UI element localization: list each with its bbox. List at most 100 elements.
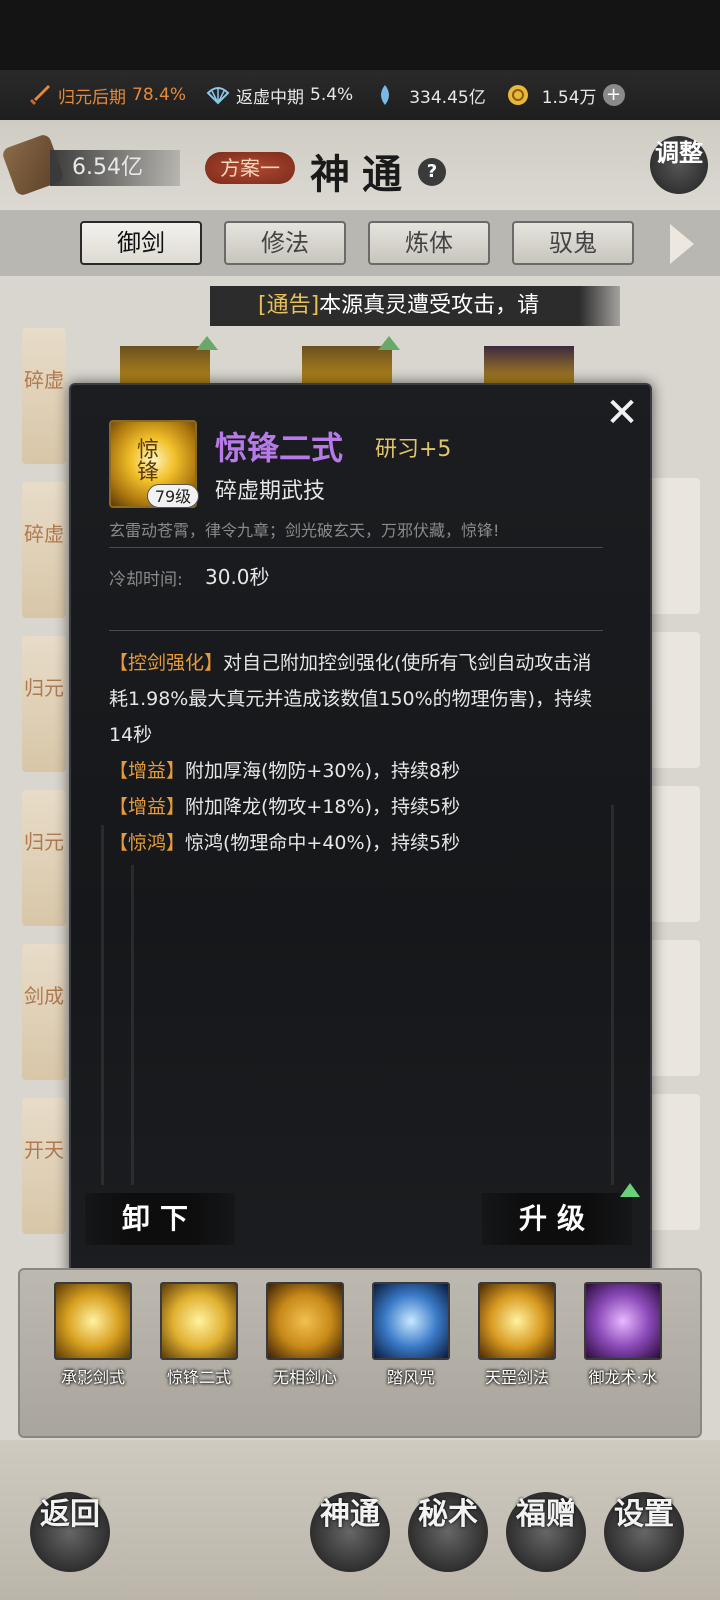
skill-card-edge <box>648 940 700 1076</box>
gold-count[interactable]: 1.54万 + <box>506 83 625 108</box>
announcement-banner: [通告]本源真灵遭受攻击，请 <box>210 286 620 326</box>
spirit-stone-count[interactable]: 334.45亿 <box>373 83 486 108</box>
realm-tag: 归元 <box>22 790 66 926</box>
skill-name: 惊锋二式 <box>215 429 344 467</box>
close-icon[interactable]: ✕ <box>602 393 642 433</box>
realm-tag: 开天 <box>22 1098 66 1234</box>
skill-icon: 惊锋 79级 <box>109 420 199 508</box>
skill-icon-glyph: 惊锋 <box>136 438 159 485</box>
golden-sword-icon <box>54 1282 132 1360</box>
upgrade-button[interactable]: 升级 <box>482 1193 632 1245</box>
skill-detail-dialog: ✕ 惊锋 79级 惊锋二式 研习+5 碎虚期武技 玄雷动苍霄，律令九章；剑光破玄… <box>69 383 652 1280</box>
notice-text: 本源真灵遭受攻击，请 <box>319 293 540 318</box>
bamboo-decoration <box>101 825 104 1185</box>
skill-card-edge <box>648 632 700 768</box>
purple-dragon-icon <box>584 1282 662 1360</box>
top-decoration <box>0 0 720 70</box>
equipped-skill-name: 惊锋二式 <box>166 1368 231 1387</box>
effect-line: 【增益】附加厚海(物防+30%)，持续8秒 <box>109 753 609 789</box>
spirit-stone-value: 334.45亿 <box>409 87 486 108</box>
realm-label: 返虚中期 <box>236 87 305 108</box>
effect-text: 附加厚海(物防+30%)，持续8秒 <box>185 760 461 782</box>
equipped-skill[interactable]: 无相剑心 <box>250 1282 360 1388</box>
equipped-skill-name: 天罡剑法 <box>484 1368 549 1387</box>
combat-power: 6.54亿 <box>50 150 180 186</box>
category-tabs: 御剑 修法 炼体 驭鬼 <box>0 210 720 276</box>
skill-description: 玄雷动苍霄，律令九章；剑光破玄天，万邪伏藏，惊锋! <box>109 521 500 540</box>
tab-magic[interactable]: 修法 <box>224 221 346 265</box>
skill-level-badge: 79级 <box>147 484 199 508</box>
equipped-skill-name: 承影剑式 <box>60 1368 125 1387</box>
next-tab-arrow-icon[interactable] <box>670 224 694 264</box>
tab-ghost[interactable]: 驭鬼 <box>512 221 634 265</box>
golden-blade-icon <box>160 1282 238 1360</box>
add-currency-button[interactable]: + <box>602 84 625 106</box>
effect-tag: 【控剑强化】 <box>109 652 224 674</box>
skill-slot[interactable] <box>302 346 392 386</box>
page-header: 6.54亿 方案一 神通 ? 调整 <box>0 120 720 210</box>
cooldown-value: 30.0秒 <box>205 565 270 589</box>
realm-progress-secondary[interactable]: 返虚中期 5.4% <box>206 83 353 108</box>
skill-card-edge <box>648 1094 700 1230</box>
effect-text: 惊鸿(物理命中+40%)，持续5秒 <box>185 832 461 854</box>
skill-card-edge <box>648 786 700 922</box>
coin-icon <box>506 83 530 107</box>
tab-body[interactable]: 炼体 <box>368 221 490 265</box>
demon-eyes-icon <box>266 1282 344 1360</box>
cooldown-label: 冷却时间: <box>109 570 183 590</box>
unequip-button[interactable]: 卸下 <box>85 1193 235 1245</box>
effect-tag: 【增益】 <box>109 796 186 818</box>
crystal-icon <box>373 83 397 107</box>
equipped-skill-name: 无相剑心 <box>272 1368 337 1387</box>
realm-tag: 归元 <box>22 636 66 772</box>
nav-blessings[interactable]: 福赠 <box>506 1492 586 1572</box>
realm-percent: 78.4% <box>132 85 187 105</box>
sword-icon <box>28 83 52 107</box>
adjust-button[interactable]: 调整 <box>650 136 708 194</box>
skill-effects: 【控剑强化】对自己附加控剑强化(使所有飞剑自动攻击消耗1.98%最大真元并造成该… <box>109 645 609 861</box>
divider <box>109 547 603 548</box>
realm-label: 归元后期 <box>58 87 126 108</box>
equipped-skill[interactable]: 承影剑式 <box>38 1282 148 1388</box>
equipped-skills-bar: 承影剑式 惊锋二式 无相剑心 踏风咒 天罡剑法 御龙术·水 <box>18 1268 702 1438</box>
divider <box>109 630 603 631</box>
effect-text: 附加降龙(物攻+18%)，持续5秒 <box>185 796 461 818</box>
blue-wind-icon <box>372 1282 450 1360</box>
equipped-skill[interactable]: 踏风咒 <box>356 1282 466 1388</box>
nav-divine-skills[interactable]: 神通 <box>310 1492 390 1572</box>
realm-tag: 碎虚 <box>22 482 66 618</box>
skill-slot[interactable] <box>484 346 574 386</box>
bamboo-decoration <box>611 805 614 1185</box>
help-icon[interactable]: ? <box>418 158 446 186</box>
effect-tag: 【增益】 <box>109 760 186 782</box>
equipped-skill[interactable]: 御龙术·水 <box>568 1282 678 1388</box>
realm-progress-primary[interactable]: 归元后期 78.4% <box>28 83 186 108</box>
skill-card-edge <box>648 478 700 614</box>
plan-selector-button[interactable]: 方案一 <box>205 152 295 184</box>
skill-slot[interactable] <box>120 346 210 386</box>
bamboo-decoration <box>131 865 134 1185</box>
realm-tag: 碎虚 <box>22 328 66 464</box>
upgrade-available-icon <box>378 336 400 350</box>
equipped-skill[interactable]: 惊锋二式 <box>144 1282 254 1388</box>
golden-burst-icon <box>478 1282 556 1360</box>
nav-settings[interactable]: 设置 <box>604 1492 684 1572</box>
effect-tag: 【惊鸿】 <box>109 832 186 854</box>
skill-type: 碎虚期武技 <box>215 479 326 504</box>
realm-percent: 5.4% <box>310 85 354 105</box>
effect-line: 【增益】附加降龙(物攻+18%)，持续5秒 <box>109 789 609 825</box>
fan-icon <box>206 83 230 107</box>
realm-tag: 剑成 <box>22 944 66 1080</box>
page-title: 神通 <box>310 151 414 198</box>
back-button[interactable]: 返回 <box>30 1492 110 1572</box>
tab-sword[interactable]: 御剑 <box>80 221 202 265</box>
gold-value: 1.54万 <box>541 87 597 108</box>
upgrade-available-icon <box>620 1183 640 1197</box>
equipped-skill-name: 踏风咒 <box>386 1368 435 1387</box>
nav-secret-arts[interactable]: 秘术 <box>408 1492 488 1572</box>
skill-research-level: 研习+5 <box>375 437 452 462</box>
equipped-skill-name: 御龙术·水 <box>588 1368 658 1387</box>
notice-tag: [通告] <box>258 293 320 318</box>
equipped-skill[interactable]: 天罡剑法 <box>462 1282 572 1388</box>
upgrade-available-icon <box>196 336 218 350</box>
